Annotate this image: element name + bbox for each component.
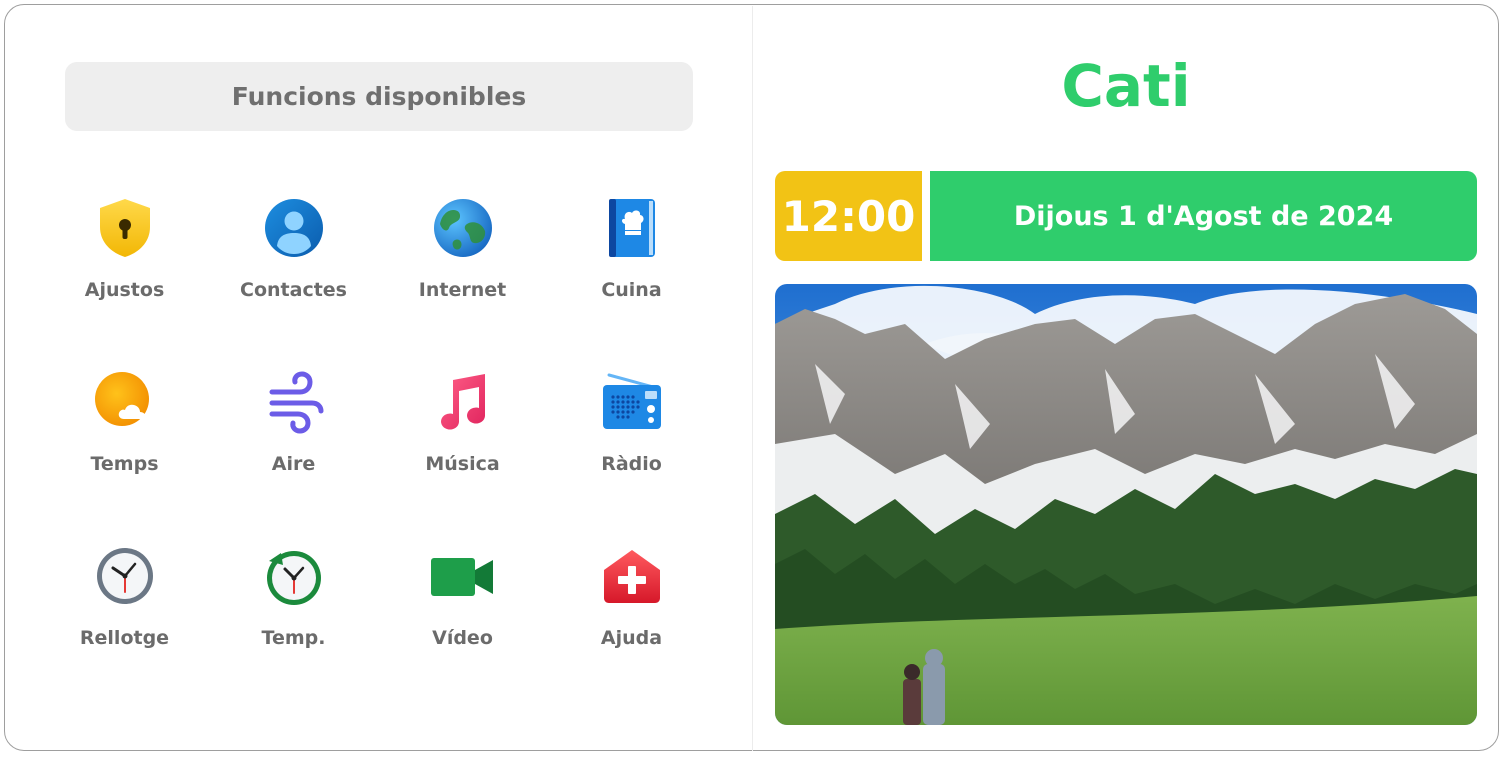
app-musica[interactable]: Música [378,369,547,499]
timer-icon [261,543,327,609]
app-radio[interactable]: Ràdio [547,369,716,499]
app-label: Contactes [240,279,347,301]
app-label: Ajuda [600,627,663,649]
app-label: Temp. [261,627,326,649]
app-temp[interactable]: Temp. [209,543,378,673]
help-medical-cross-icon [599,543,665,609]
clock-icon [92,543,158,609]
video-camera-icon [430,543,496,609]
music-note-icon [430,369,496,435]
user-name: Cati [1061,52,1191,120]
app-internet[interactable]: Internet [378,195,547,325]
app-label: Vídeo [432,627,493,649]
app-aire[interactable]: Aire [209,369,378,499]
app-grid: Ajustos Contactes Internet Cuina Temps A… [40,195,716,705]
globe-icon [430,195,496,261]
panel-divider [752,6,753,751]
app-label: Aire [271,453,316,475]
app-label: Ràdio [601,453,662,475]
app-ajuda[interactable]: Ajuda [547,543,716,673]
app-ajustos[interactable]: Ajustos [40,195,209,325]
shield-lock-icon [92,195,158,261]
functions-header: Funcions disponibles [65,62,693,131]
cookbook-icon [599,195,665,261]
date-display: Dijous 1 d'Agost de 2024 [930,171,1477,261]
app-label: Internet [418,279,507,301]
app-label: Rellotge [79,627,170,649]
weather-sun-cloud-icon [92,369,158,435]
app-rellotge[interactable]: Rellotge [40,543,209,673]
app-label: Ajustos [84,279,165,301]
radio-icon [599,369,665,435]
app-label: Música [425,453,500,475]
app-label: Cuina [601,279,662,301]
app-temps[interactable]: Temps [40,369,209,499]
mountain-landscape-photo [775,284,1477,725]
wind-icon [261,369,327,435]
app-video[interactable]: Vídeo [378,543,547,673]
time-display: 12:00 [775,171,922,261]
app-cuina[interactable]: Cuina [547,195,716,325]
app-label: Temps [90,453,159,475]
app-contactes[interactable]: Contactes [209,195,378,325]
contact-person-icon [261,195,327,261]
